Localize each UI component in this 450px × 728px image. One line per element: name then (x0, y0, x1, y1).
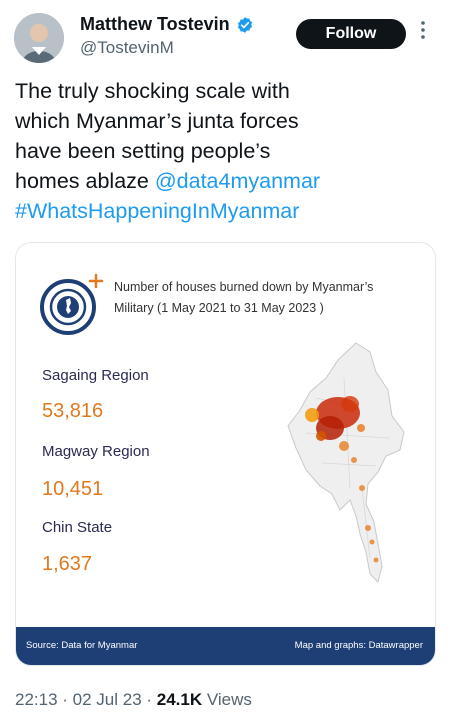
card-footer: Source: Data for Myanmar Map and graphs:… (16, 627, 435, 665)
verified-badge-icon (237, 16, 252, 33)
stat-value-sagaing: 53,816 (42, 400, 104, 422)
tweet-header: Matthew Tostevin @TostevinM Follow (0, 0, 450, 70)
card-title: Number of houses burned down by Myanmar’… (114, 277, 414, 319)
stat-label-magway: Magway Region (42, 443, 150, 460)
card-title-line: Number of houses burned down by Myanmar’… (114, 280, 374, 294)
person-photo-icon (14, 13, 64, 63)
media-card[interactable]: Number of houses burned down by Myanmar’… (15, 242, 436, 666)
myanmar-map (287, 342, 405, 583)
tweet-meta: 22:13 · 02 Jul 23 · 24.1K Views (15, 690, 252, 710)
views-label: Views (202, 690, 252, 709)
mention-link[interactable]: @data4myanmar (155, 169, 320, 193)
tweet-line: which Myanmar’s junta forces (15, 109, 299, 133)
stat-value-magway: 10,451 (42, 478, 104, 500)
follow-button[interactable]: Follow (296, 19, 406, 49)
data4myanmar-logo (40, 273, 104, 335)
author-name[interactable]: Matthew Tostevin (80, 14, 230, 35)
tweet-text: The truly shocking scale with which Myan… (15, 76, 345, 226)
tweet-line: homes ablaze (15, 169, 155, 193)
views-count: 24.1K (156, 690, 203, 709)
footer-source: Source: Data for Myanmar (26, 640, 138, 651)
tweet-timestamp[interactable]: 22:13 · 02 Jul 23 · (15, 690, 157, 709)
author-handle[interactable]: @TostevinM (80, 38, 174, 58)
hashtag-link[interactable]: #WhatsHappeningInMyanmar (15, 199, 299, 223)
avatar[interactable] (14, 13, 64, 63)
author-name-row: Matthew Tostevin (80, 14, 254, 35)
stat-label-chin: Chin State (42, 519, 113, 536)
tweet-line: have been setting people’s (15, 139, 271, 163)
tweet-line: The truly shocking scale with (15, 79, 290, 103)
card-title-line: Military (1 May 2021 to 31 May 2023 ) (114, 301, 324, 315)
stat-label-sagaing: Sagaing Region (42, 367, 149, 384)
more-vertical-icon[interactable] (420, 20, 426, 40)
footer-credit: Map and graphs: Datawrapper (294, 640, 423, 651)
stat-value-chin: 1,637 (42, 553, 93, 575)
